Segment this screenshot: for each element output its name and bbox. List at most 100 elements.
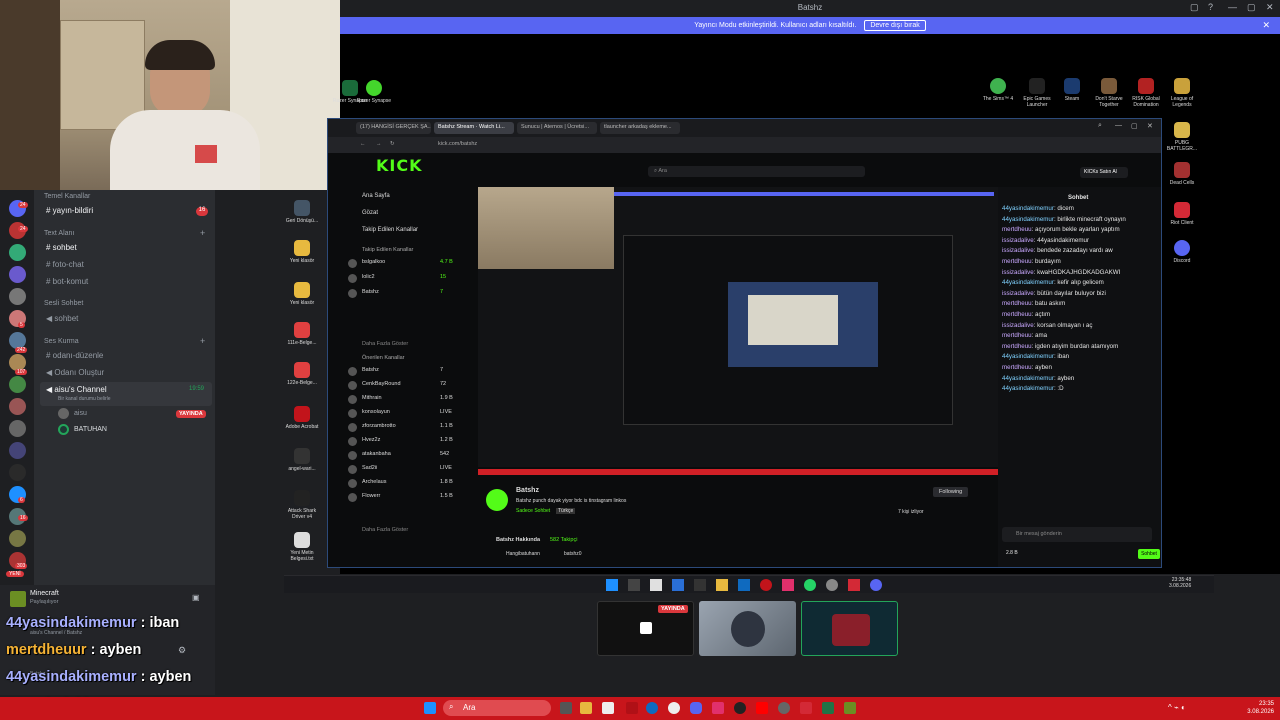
chat-username[interactable]: mertdheuu bbox=[1002, 300, 1032, 307]
close-banner-icon[interactable]: ✕ bbox=[1262, 20, 1270, 31]
chrome-icon[interactable] bbox=[668, 702, 680, 714]
instagram-icon[interactable] bbox=[782, 579, 794, 591]
channel-item[interactable]: atakanbaha bbox=[362, 451, 391, 457]
desktop-icon[interactable]: Yeni Metin Belgesi.txt bbox=[282, 532, 322, 562]
desktop-icon[interactable]: Don't Starve Together bbox=[1089, 78, 1129, 108]
channel-bot[interactable]: # bot-komut bbox=[46, 277, 88, 286]
voice-channel-name[interactable]: ◀ aisu's Channel bbox=[46, 385, 107, 394]
chat-username[interactable]: 44yasindakimemur bbox=[1002, 385, 1054, 392]
channel-item[interactable]: Batshz bbox=[362, 289, 379, 295]
channel-status[interactable]: Bir kanal durumu belirle bbox=[58, 396, 111, 402]
desktop-icon[interactable]: League of Legends bbox=[1162, 78, 1202, 108]
browser-tab[interactable]: tlauncher arkadaş ekleme... bbox=[600, 122, 680, 134]
desktop-icon[interactable]: Dead Cells bbox=[1162, 162, 1202, 186]
folder-icon[interactable] bbox=[580, 702, 592, 714]
channel-item[interactable]: Archelaus bbox=[362, 479, 386, 485]
channel-item[interactable]: lolic2 bbox=[362, 274, 375, 280]
show-more-link[interactable]: Daha Fazla Göster bbox=[362, 341, 408, 347]
chat-username[interactable]: 44yasindakimemur bbox=[1002, 353, 1054, 360]
server-icon[interactable] bbox=[9, 288, 26, 305]
mail-icon[interactable] bbox=[672, 579, 684, 591]
server-icon[interactable] bbox=[9, 398, 26, 415]
chat-username[interactable]: 44yasindakimemur bbox=[1002, 375, 1054, 382]
desktop-icon[interactable]: 122e-Belge... bbox=[282, 362, 322, 386]
desktop-icon[interactable]: Attack Shark Driver v4 bbox=[282, 490, 322, 520]
desktop-icon[interactable]: The Sims™ 4 bbox=[978, 78, 1018, 102]
chat-input[interactable]: Bir mesaj gönderin bbox=[1002, 527, 1152, 542]
maximize-button[interactable]: ▢ bbox=[1131, 122, 1138, 130]
url-text[interactable]: kick.com/batshz bbox=[438, 141, 477, 147]
chat-username[interactable]: issizadalive bbox=[1002, 247, 1034, 254]
opera-icon[interactable] bbox=[626, 702, 638, 714]
desktop-icon[interactable]: PUBG BATTLEGR... bbox=[1162, 122, 1202, 152]
desktop-icon[interactable]: Discord bbox=[1162, 240, 1202, 264]
address-bar[interactable]: ← → ↻ kick.com/batshz bbox=[328, 137, 1161, 153]
nav-browse[interactable]: Gözat bbox=[362, 210, 378, 216]
browser-tab[interactable]: Sunucu | Aternos | Ücretsi... bbox=[517, 122, 597, 134]
category-header[interactable]: Text Alanı bbox=[44, 230, 74, 237]
discord-icon[interactable] bbox=[870, 579, 882, 591]
category-header[interactable]: Ses Kurma bbox=[44, 338, 79, 345]
stream-thumbnail[interactable]: YAYINDA bbox=[597, 601, 694, 656]
server-icon[interactable] bbox=[9, 376, 26, 393]
server-icon[interactable] bbox=[9, 530, 26, 547]
chat-username[interactable]: mertdheuu bbox=[1002, 226, 1032, 233]
social-link[interactable]: Hangibatuhann bbox=[506, 551, 540, 557]
start-icon[interactable] bbox=[424, 702, 436, 714]
channel-item[interactable]: CenkBayRound bbox=[362, 381, 401, 387]
chat-username[interactable]: mertdheuu bbox=[1002, 311, 1032, 318]
server-icon[interactable] bbox=[9, 244, 26, 261]
channel-room-edit[interactable]: # odanı-düzenle bbox=[46, 351, 103, 360]
reload-icon[interactable]: ↻ bbox=[390, 141, 395, 147]
chat-username[interactable]: 44yasindakimemur bbox=[1002, 216, 1054, 223]
steam-icon[interactable] bbox=[826, 579, 838, 591]
taskbar-search[interactable]: ⌕ Ara bbox=[443, 700, 551, 716]
channel-chat[interactable]: # sohbet bbox=[46, 243, 77, 252]
server-icon[interactable] bbox=[9, 266, 26, 283]
streamer-name[interactable]: Batshz bbox=[516, 487, 539, 494]
category-link[interactable]: Sadece Sohbet bbox=[516, 508, 550, 514]
settings-icon[interactable] bbox=[694, 579, 706, 591]
tray-icons[interactable]: ^ ⌁ ◐ bbox=[1168, 703, 1186, 712]
minimize-button[interactable]: — bbox=[1115, 122, 1122, 129]
desktop-icon[interactable]: Yeni klasör bbox=[282, 282, 322, 306]
chat-username[interactable]: mertdheuu bbox=[1002, 332, 1032, 339]
desktop-icon[interactable]: Steam bbox=[1052, 78, 1092, 102]
maximize-button[interactable]: ▢ bbox=[1247, 2, 1256, 13]
start-icon[interactable] bbox=[606, 579, 618, 591]
streamer-avatar[interactable] bbox=[486, 489, 508, 511]
chat-username[interactable]: issizadalive bbox=[1002, 290, 1034, 297]
task-view-icon[interactable] bbox=[560, 702, 572, 714]
kick-logo[interactable]: KICK bbox=[376, 156, 423, 175]
channel-rules[interactable]: # yayın-bildiri bbox=[46, 206, 93, 215]
chat-username[interactable]: 44yasindakimemur bbox=[1002, 205, 1054, 212]
browser-tab-active[interactable]: Batshz Stream · Watch Li... bbox=[434, 122, 514, 134]
store-icon[interactable] bbox=[650, 579, 662, 591]
desktop-icon[interactable]: RISK Global Domination bbox=[1126, 78, 1166, 108]
browser-window[interactable]: (17) HANGİSİ GERÇEK ŞA... Batshz Stream … bbox=[327, 118, 1162, 568]
category-header[interactable]: Temel Kanallar bbox=[44, 193, 90, 200]
whatsapp-icon[interactable] bbox=[804, 579, 816, 591]
add-channel-icon[interactable]: + bbox=[200, 336, 205, 346]
channel-item[interactable]: Flowerr bbox=[362, 493, 380, 499]
voice-member[interactable]: aisu bbox=[74, 410, 87, 417]
nav-home[interactable]: Ana Sayfa bbox=[362, 193, 390, 199]
server-icon[interactable] bbox=[9, 464, 26, 481]
chat-send-button[interactable]: Sohbet bbox=[1138, 549, 1160, 559]
chat-username[interactable]: mertdheuu bbox=[1002, 364, 1032, 371]
close-button[interactable]: ✕ bbox=[1147, 122, 1153, 130]
desktop-icon[interactable]: 111e-Belge... bbox=[282, 322, 322, 346]
task-view-icon[interactable] bbox=[628, 579, 640, 591]
desktop-icon[interactable]: Geri Dönüşü... bbox=[282, 200, 322, 224]
chat-username[interactable]: issizadalive bbox=[1002, 269, 1034, 276]
search-icon[interactable]: ⌕ bbox=[1098, 122, 1102, 130]
forward-icon[interactable]: → bbox=[376, 141, 382, 147]
social-link[interactable]: batshz0 bbox=[564, 551, 582, 557]
chat-username[interactable]: issizadalive bbox=[1002, 322, 1034, 329]
stream-video[interactable] bbox=[478, 187, 998, 475]
store-icon[interactable] bbox=[602, 702, 614, 714]
chat-username[interactable]: mertdheuu bbox=[1002, 258, 1032, 265]
server-icon[interactable] bbox=[9, 442, 26, 459]
instagram-icon[interactable] bbox=[712, 702, 724, 714]
server-icon[interactable] bbox=[9, 420, 26, 437]
